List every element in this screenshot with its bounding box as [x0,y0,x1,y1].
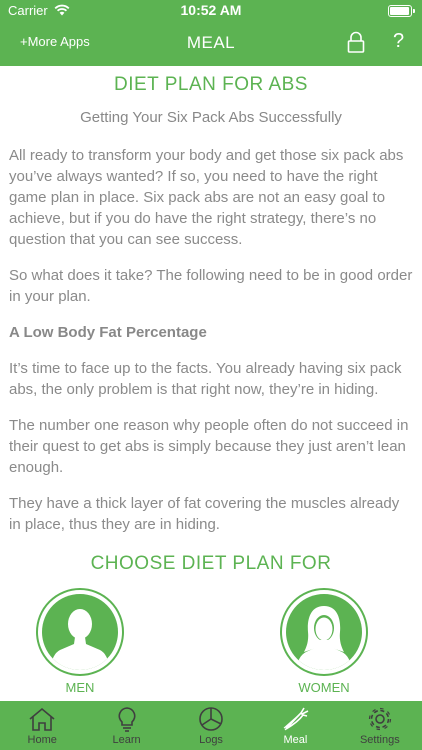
carrot-icon [284,707,309,731]
article-paragraph: They have a thick layer of fat covering … [9,495,400,533]
male-avatar-icon [42,594,118,670]
tab-learn[interactable]: Learn [84,701,168,750]
article-paragraph: All ready to transform your body and get… [9,147,404,248]
tab-home-label: Home [27,734,57,746]
tab-bar: Home Learn Logs Meal Settings [0,701,422,750]
home-icon [29,707,55,731]
article-paragraph: So what does it take? The following need… [9,267,413,305]
article-body: All ready to transform your body and get… [9,145,413,550]
tab-settings[interactable]: Settings [338,701,422,750]
women-label[interactable]: WOMEN [269,680,379,695]
tab-meal[interactable]: Meal [253,701,337,750]
tab-home[interactable]: Home [0,701,84,750]
tab-logs[interactable]: Logs [169,701,253,750]
tab-settings-label: Settings [359,734,400,746]
section-heading: A Low Body Fat Percentage [9,324,207,341]
status-time: 10:52 AM [180,2,242,18]
lightbulb-icon [118,707,136,732]
meal-content: DIET PLAN FOR ABS Getting Your Six Pack … [0,66,422,550]
article-paragraph: It’s time to face up to the facts. You a… [9,360,402,398]
tab-logs-label: Logs [199,734,223,746]
choose-diet-title: CHOOSE DIET PLAN FOR [90,553,332,574]
women-avatar-button[interactable] [280,588,368,676]
help-button[interactable]: ? [393,30,404,53]
status-bar: Carrier 10:52 AM [0,0,422,22]
pie-chart-icon [199,707,223,731]
lock-icon[interactable] [346,31,366,53]
article-paragraph: The number one reason why people often d… [9,417,409,476]
men-avatar-button[interactable] [36,588,124,676]
gear-icon [368,707,391,731]
tab-learn-label: Learn [112,734,141,746]
tab-meal-label: Meal [283,734,308,746]
diet-plan-title: DIET PLAN FOR ABS [114,74,308,95]
battery-icon [388,5,415,17]
men-label[interactable]: MEN [25,680,135,695]
diet-plan-subtitle: Getting Your Six Pack Abs Successfully [80,109,342,126]
female-avatar-icon [286,594,362,670]
app-header: Carrier 10:52 AM +More Apps MEAL ? [0,0,422,66]
